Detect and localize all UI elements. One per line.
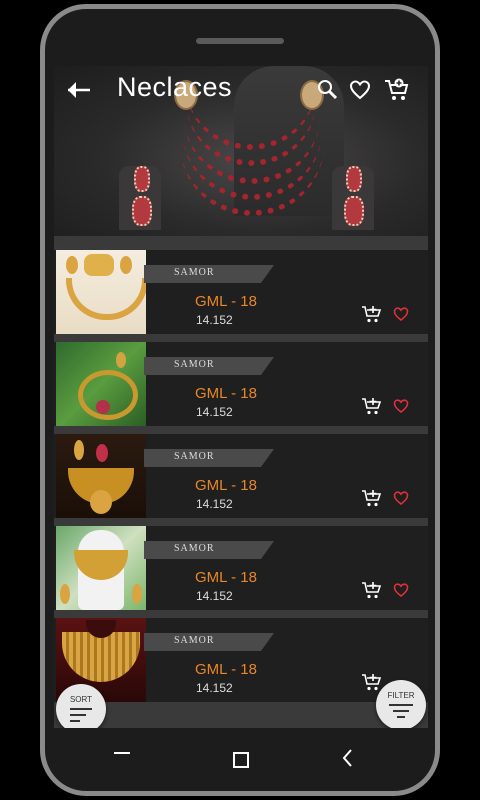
product-price: 14.152 — [196, 497, 233, 511]
product-image — [56, 526, 146, 610]
back-arrow-icon[interactable] — [64, 74, 96, 106]
brand-logo: SAMOR — [174, 267, 215, 278]
app-screen: Neclaces SAMOR GML - 18 14.152 SAMOR GML… — [54, 66, 428, 728]
home-icon[interactable] — [233, 752, 249, 768]
cart-icon[interactable] — [384, 78, 410, 102]
list-divider — [54, 702, 428, 728]
brand-badge: SAMOR — [144, 357, 274, 375]
heart-icon[interactable] — [393, 490, 409, 506]
brand-logo: SAMOR — [174, 635, 215, 646]
brand-logo: SAMOR — [174, 359, 215, 370]
brand-logo: SAMOR — [174, 543, 215, 554]
search-icon[interactable] — [316, 78, 340, 102]
phone-speaker — [196, 38, 284, 44]
product-item[interactable]: SAMOR GML - 18 14.152 — [54, 434, 428, 518]
brand-badge: SAMOR — [144, 265, 274, 283]
brand-logo: SAMOR — [174, 451, 215, 462]
add-to-cart-icon[interactable] — [361, 396, 383, 416]
product-name: GML - 18 — [195, 293, 257, 310]
product-price: 14.152 — [196, 681, 233, 695]
add-to-cart-icon[interactable] — [361, 304, 383, 324]
back-nav-icon[interactable] — [341, 748, 353, 768]
product-price: 14.152 — [196, 589, 233, 603]
product-price: 14.152 — [196, 405, 233, 419]
earring-left-drop — [132, 196, 152, 226]
filter-icon — [389, 704, 413, 718]
app-toolbar: Neclaces — [54, 66, 428, 114]
heart-icon[interactable] — [393, 306, 409, 322]
product-price: 14.152 — [196, 313, 233, 327]
product-image — [56, 342, 146, 426]
product-image — [56, 250, 146, 334]
brand-badge: SAMOR — [144, 633, 274, 651]
list-divider — [54, 236, 428, 250]
heart-icon[interactable] — [393, 582, 409, 598]
product-image — [56, 434, 146, 518]
add-to-cart-icon[interactable] — [361, 672, 383, 692]
filter-label: FILTER — [387, 691, 415, 700]
earring-right-drop — [344, 196, 364, 226]
add-to-cart-icon[interactable] — [361, 580, 383, 600]
product-item[interactable]: SAMOR GML - 18 14.152 — [54, 250, 428, 334]
sort-icon — [70, 708, 92, 722]
product-name: GML - 18 — [195, 477, 257, 494]
product-item[interactable]: SAMOR GML - 18 14.152 — [54, 526, 428, 610]
product-item[interactable]: SAMOR GML - 18 14.152 — [54, 618, 428, 702]
product-name: GML - 18 — [195, 385, 257, 402]
product-name: GML - 18 — [195, 661, 257, 678]
system-nav-bar — [0, 738, 480, 778]
recents-icon[interactable] — [114, 752, 130, 754]
earring-right-top — [346, 166, 362, 192]
brand-badge: SAMOR — [144, 449, 274, 467]
heart-icon[interactable] — [393, 398, 409, 414]
filter-button[interactable]: FILTER — [376, 680, 426, 728]
heart-outline-icon[interactable] — [348, 78, 372, 102]
list-divider — [54, 518, 428, 526]
earring-left-top — [134, 166, 150, 192]
sort-button[interactable]: SORT — [56, 684, 106, 728]
list-divider — [54, 610, 428, 618]
product-name: GML - 18 — [195, 569, 257, 586]
page-title: Neclaces — [117, 72, 233, 102]
add-to-cart-icon[interactable] — [361, 488, 383, 508]
sort-label: SORT — [69, 695, 93, 704]
list-divider — [54, 426, 428, 434]
brand-badge: SAMOR — [144, 541, 274, 559]
list-divider — [54, 334, 428, 342]
product-item[interactable]: SAMOR GML - 18 14.152 — [54, 342, 428, 426]
